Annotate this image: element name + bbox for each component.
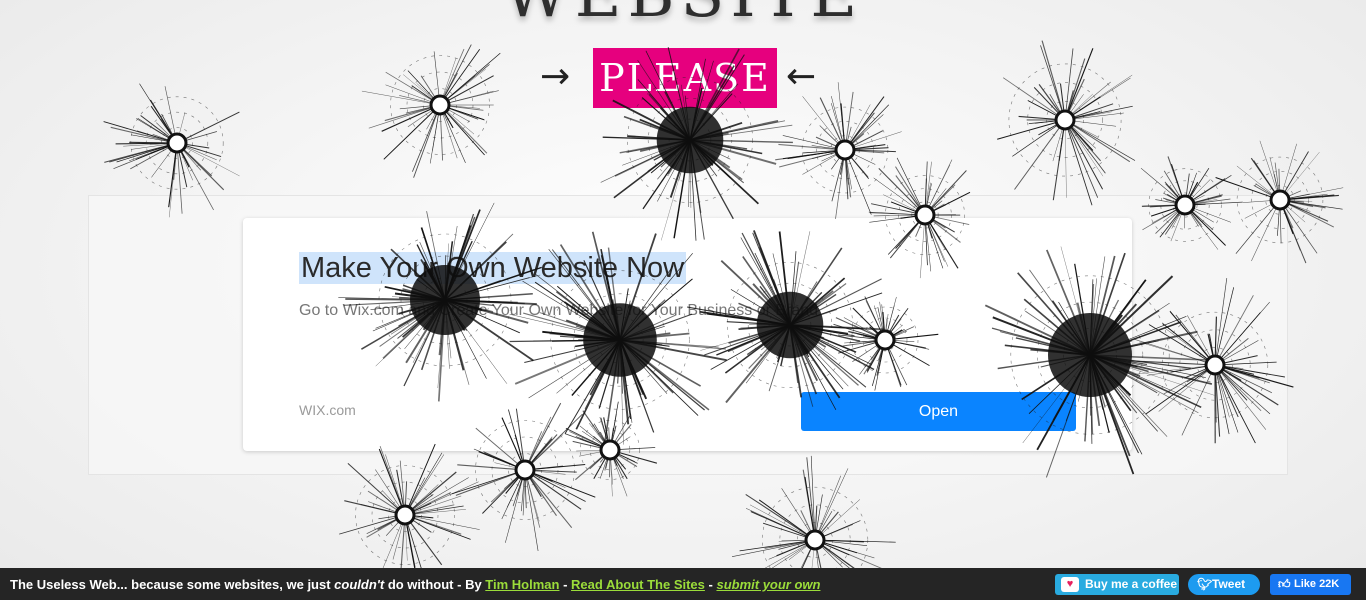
submit-link[interactable]: submit your own bbox=[716, 577, 820, 592]
ad-card[interactable]: Make Your Own Website Now Go to Wix.com … bbox=[243, 218, 1132, 451]
author-link[interactable]: Tim Holman bbox=[485, 577, 559, 592]
footer-separator: - bbox=[559, 577, 572, 592]
submit-link-label: submit your own bbox=[716, 577, 821, 592]
please-tag[interactable]: PLEASE bbox=[593, 48, 777, 108]
tweet-button[interactable]: 🐦︎ Tweet bbox=[1188, 574, 1260, 595]
footer-text: The Useless Web... because some websites… bbox=[10, 577, 820, 592]
buy-coffee-label: Buy me a coffee bbox=[1085, 577, 1178, 591]
thumbs-up-icon: 👍︎ bbox=[1278, 577, 1291, 591]
ad-domain: WIX.com bbox=[299, 402, 356, 418]
ad-description: Go to Wix.com and Create Your Own Websit… bbox=[299, 302, 819, 319]
twitter-bird-icon: 🐦︎ bbox=[1197, 577, 1213, 591]
about-sites-link[interactable]: Read About The Sites bbox=[571, 577, 705, 592]
buy-coffee-button[interactable]: ♥ Buy me a coffee bbox=[1055, 574, 1179, 595]
like-label: Like 22K bbox=[1294, 578, 1340, 590]
site-title: WEBSITE bbox=[0, 0, 1366, 32]
open-button[interactable]: Open bbox=[801, 392, 1076, 431]
footer-prefix: The Useless Web... because some websites… bbox=[10, 577, 335, 592]
footer-bar: The Useless Web... because some websites… bbox=[0, 568, 1366, 600]
arrow-left-icon: ← bbox=[786, 56, 817, 97]
coffee-cup-icon: ♥ bbox=[1061, 577, 1079, 592]
ad-title-highlight: Make Your Own Website Now bbox=[299, 252, 687, 284]
ad-title[interactable]: Make Your Own Website Now bbox=[299, 252, 687, 285]
arrow-right-icon: → bbox=[540, 56, 571, 97]
footer-middle: do without - By bbox=[384, 577, 486, 592]
footer-separator: - bbox=[704, 577, 717, 592]
footer-emphasis: couldn't bbox=[334, 577, 385, 592]
tweet-label: Tweet bbox=[1212, 577, 1246, 591]
please-row: → PLEASE ← bbox=[0, 48, 1366, 108]
like-button[interactable]: 👍︎ Like 22K bbox=[1270, 574, 1351, 595]
